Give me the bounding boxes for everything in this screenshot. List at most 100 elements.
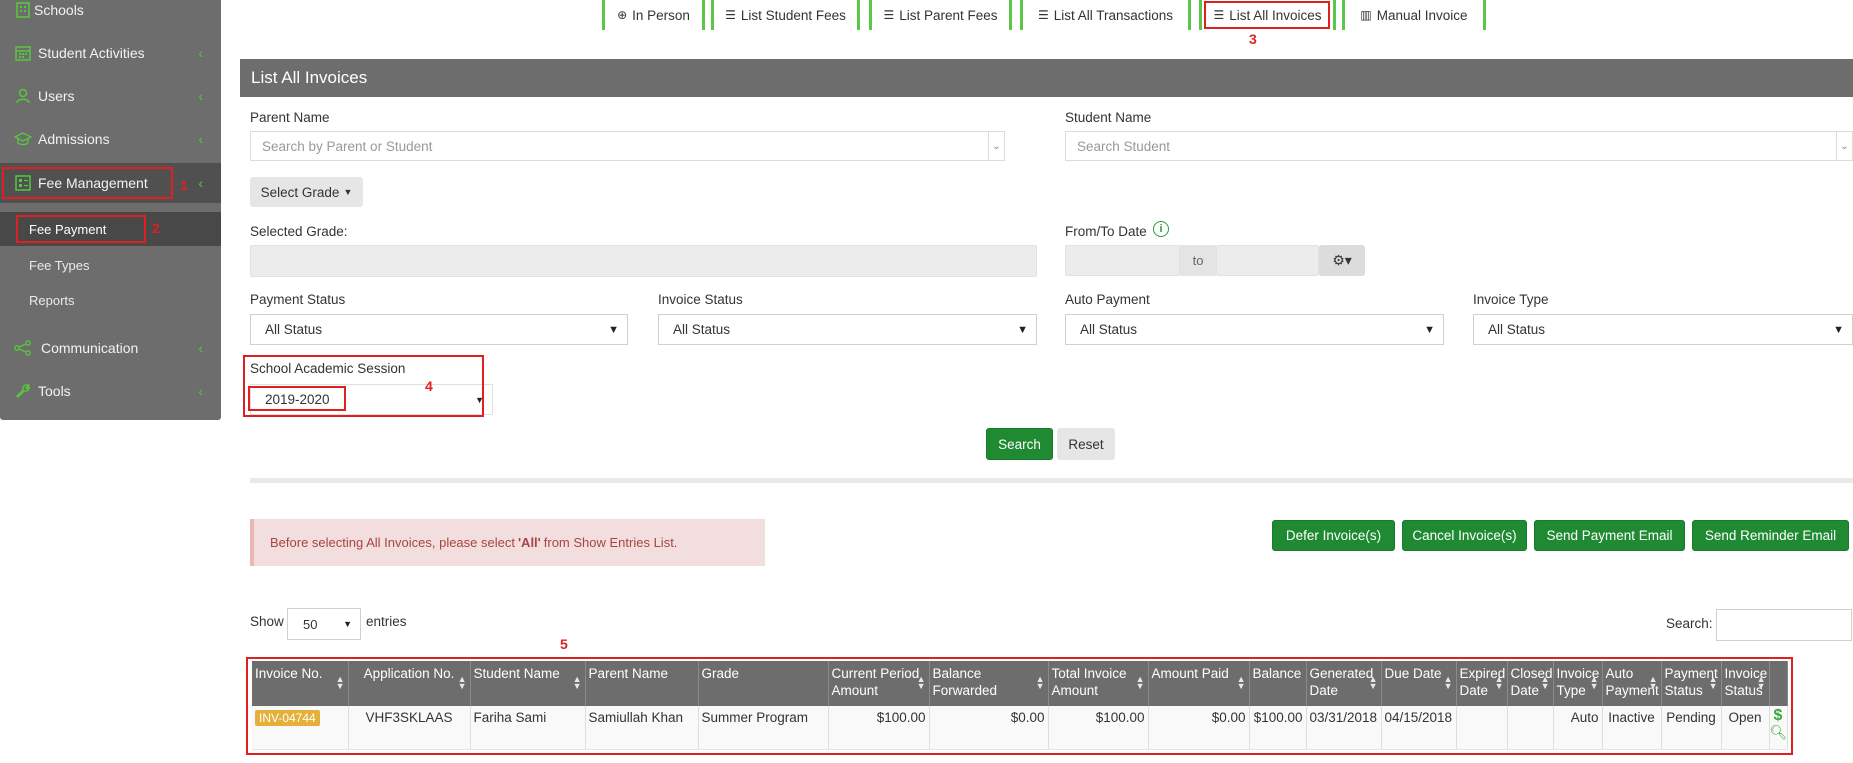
- table-search-input[interactable]: [1716, 609, 1852, 641]
- tab-label: List Student Fees: [740, 7, 846, 23]
- info-icon[interactable]: i: [1153, 221, 1169, 237]
- date-settings-button[interactable]: ⚙▾: [1319, 245, 1365, 276]
- annotation-number-3: 3: [1249, 31, 1257, 47]
- divider: [250, 478, 1853, 483]
- show-entries-label: Show: [250, 614, 284, 629]
- tab-manual-invoice[interactable]: ▥ Manual Invoice: [1342, 0, 1486, 30]
- sidebar-sub-label: Fee Types: [29, 257, 90, 273]
- annotation-box-5: [246, 657, 1793, 755]
- wrench-icon: [14, 382, 32, 400]
- sidebar: Schools Student Activities ‹ Users ‹ Adm…: [0, 0, 221, 420]
- sidebar-item-label: Schools: [34, 2, 84, 18]
- sidebar-sub-fee-types[interactable]: Fee Types: [0, 248, 221, 282]
- sidebar-sub-reports[interactable]: Reports: [0, 283, 221, 317]
- info-alert: Before selecting All Invoices, please se…: [250, 519, 765, 566]
- calendar-icon: [14, 44, 32, 62]
- alert-text-before: Before selecting All Invoices, please se…: [270, 535, 515, 550]
- annotation-number-2: 2: [152, 220, 160, 236]
- send-reminder-email-button[interactable]: Send Reminder Email: [1692, 520, 1849, 551]
- caret-down-icon: ▼: [1017, 323, 1028, 336]
- entries-per-page-select[interactable]: 50 ▼: [287, 608, 361, 640]
- bar-chart-icon: ▥: [1360, 8, 1372, 22]
- building-icon: [14, 1, 32, 19]
- sidebar-item-communication[interactable]: Communication ‹: [0, 328, 221, 368]
- gear-icon: ⚙▾: [1332, 252, 1352, 268]
- student-search-select[interactable]: Search Student ⌄: [1065, 131, 1853, 161]
- caret-down-icon: ▼: [608, 323, 619, 336]
- sidebar-item-admissions[interactable]: Admissions ‹: [0, 119, 221, 159]
- plus-circle-icon: ⊕: [617, 8, 628, 22]
- date-to-separator: to: [1180, 245, 1216, 276]
- chevron-down-icon: ⌄: [1836, 132, 1852, 160]
- chevron-left-icon: ‹: [198, 383, 203, 399]
- sidebar-item-users[interactable]: Users ‹: [0, 76, 221, 116]
- chevron-left-icon: ‹: [198, 88, 203, 104]
- invoice-type-label: Invoice Type: [1473, 292, 1549, 307]
- annotation-number-1: 1: [180, 177, 188, 193]
- invoice-type-select[interactable]: All Status ▼: [1473, 314, 1853, 345]
- chevron-left-icon: ‹: [198, 45, 203, 61]
- caret-down-icon: ▼: [1833, 323, 1844, 336]
- annotation-box-2: [16, 215, 146, 243]
- cancel-invoices-button[interactable]: Cancel Invoice(s): [1402, 520, 1527, 551]
- table-search-label: Search:: [1666, 616, 1713, 631]
- graduation-cap-icon: [14, 130, 32, 148]
- payment-status-select[interactable]: All Status ▼: [250, 314, 628, 345]
- alert-text-after: from Show Entries List.: [543, 535, 678, 550]
- sidebar-item-label: Student Activities: [38, 45, 145, 61]
- tab-list-parent-fees[interactable]: ☰ List Parent Fees: [869, 0, 1012, 30]
- sidebar-item-label: Tools: [38, 383, 71, 399]
- user-icon: [14, 87, 32, 105]
- defer-invoices-button[interactable]: Defer Invoice(s): [1272, 520, 1395, 551]
- payment-status-value: All Status: [265, 322, 323, 337]
- sidebar-item-schools[interactable]: Schools: [0, 0, 221, 30]
- date-from-input[interactable]: [1065, 245, 1180, 276]
- annotation-box-4-inner: [248, 386, 346, 411]
- parent-name-label: Parent Name: [250, 110, 330, 125]
- sidebar-item-student-activities[interactable]: Student Activities ‹: [0, 33, 221, 73]
- caret-down-icon: ▼: [1424, 323, 1435, 336]
- auto-payment-select[interactable]: All Status ▼: [1065, 314, 1444, 345]
- chevron-down-icon: ⌄: [988, 132, 1004, 160]
- date-to-input[interactable]: [1216, 245, 1319, 276]
- caret-down-icon: ▼: [343, 187, 353, 197]
- select-grade-label: Select Grade: [260, 184, 340, 200]
- parent-search-placeholder: Search by Parent or Student: [262, 138, 433, 154]
- annotation-number-5: 5: [560, 636, 568, 652]
- invoice-status-value: All Status: [673, 322, 731, 337]
- annotation-box-1: [2, 167, 173, 199]
- entries-suffix-label: entries: [366, 614, 407, 629]
- invoice-type-value: All Status: [1488, 322, 1546, 337]
- tab-label: List Parent Fees: [899, 7, 998, 23]
- entries-per-page-value: 50: [303, 616, 318, 632]
- caret-down-icon: ▼: [343, 619, 352, 629]
- invoice-status-label: Invoice Status: [658, 292, 743, 307]
- panel-title: List All Invoices: [240, 59, 1853, 97]
- tab-list-student-fees[interactable]: ☰ List Student Fees: [711, 0, 860, 30]
- select-grade-button[interactable]: Select Grade ▼: [250, 177, 363, 207]
- auto-payment-label: Auto Payment: [1065, 292, 1150, 307]
- selected-grade-label: Selected Grade:: [250, 224, 348, 239]
- tab-list-all-transactions[interactable]: ☰ List All Transactions: [1020, 0, 1191, 30]
- chevron-left-icon: ‹: [198, 340, 203, 356]
- date-range-label: From/To Date: [1065, 224, 1147, 239]
- send-payment-email-button[interactable]: Send Payment Email: [1534, 520, 1685, 551]
- tab-label: List All Transactions: [1053, 7, 1174, 23]
- sidebar-item-label: Users: [38, 88, 75, 104]
- annotation-number-4: 4: [425, 378, 433, 394]
- search-button[interactable]: Search: [986, 428, 1053, 460]
- reset-button[interactable]: Reset: [1057, 428, 1115, 460]
- alert-text-bold: 'All': [517, 535, 541, 550]
- tab-label: In Person: [632, 7, 690, 23]
- tab-label: Manual Invoice: [1376, 7, 1468, 23]
- chevron-left-icon: ‹: [198, 131, 203, 147]
- sidebar-item-tools[interactable]: Tools ‹: [0, 371, 221, 411]
- selected-grade-field: [250, 245, 1037, 277]
- sidebar-item-label: Communication: [41, 340, 139, 356]
- invoice-status-select[interactable]: All Status ▼: [658, 314, 1037, 345]
- student-search-placeholder: Search Student: [1077, 138, 1171, 154]
- tab-in-person[interactable]: ⊕ In Person: [602, 0, 705, 30]
- parent-search-select[interactable]: Search by Parent or Student ⌄: [250, 131, 1005, 161]
- annotation-box-3: [1204, 1, 1330, 29]
- auto-payment-value: All Status: [1080, 322, 1138, 337]
